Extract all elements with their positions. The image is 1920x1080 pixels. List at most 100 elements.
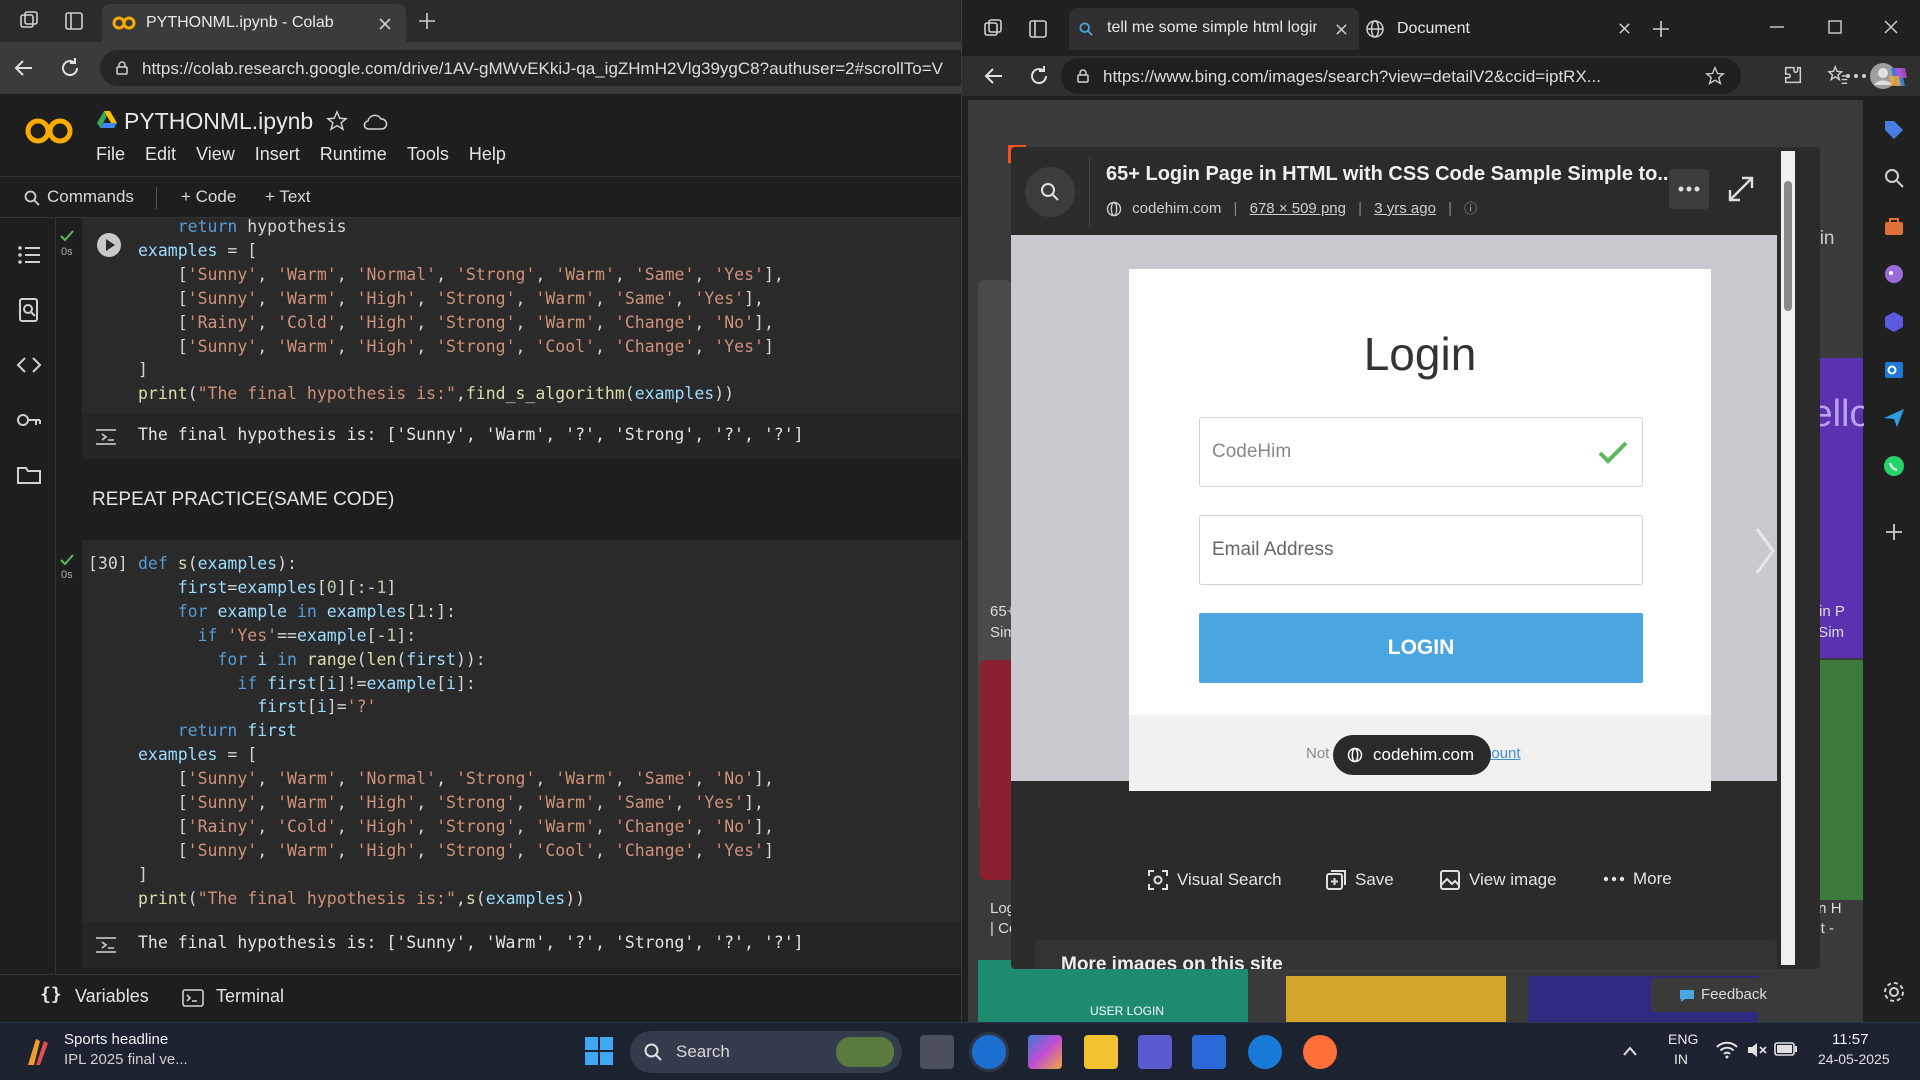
back-icon[interactable] [12,56,36,80]
result-thumbnail[interactable] [1286,976,1506,1022]
output-actions-icon[interactable] [93,426,119,448]
settings-gear-icon[interactable] [1882,980,1906,1004]
task-view-icon[interactable] [920,1035,954,1069]
next-image-chevron-icon[interactable] [1753,527,1777,575]
dell-icon[interactable] [1248,1035,1282,1069]
battery-icon[interactable] [1774,1042,1798,1056]
url-field[interactable]: https://www.bing.com/images/search?view=… [1061,58,1741,94]
copilot-app-icon[interactable] [1882,310,1906,334]
output-actions-icon[interactable] [93,934,119,956]
extensions-icon[interactable] [1782,64,1804,86]
whatsapp-icon[interactable] [1882,454,1906,478]
workspaces-icon[interactable] [982,18,1004,40]
new-tab-icon[interactable] [416,10,438,32]
cloud-saved-icon[interactable] [362,112,388,132]
news-headline[interactable]: Sports headline [64,1031,168,1048]
visual-search-button[interactable] [1025,167,1075,217]
new-tab-icon[interactable] [1650,18,1672,40]
site-info-icon[interactable] [114,60,130,76]
run-cell-icon[interactable] [96,232,122,258]
tab-colab[interactable]: PYTHONML.ipynb - Colab [102,4,406,42]
menu-tools[interactable]: Tools [407,144,449,165]
close-tab-icon[interactable] [378,17,392,31]
reload-icon[interactable] [58,56,82,80]
reload-icon[interactable] [1027,64,1051,88]
search-icon[interactable] [1882,166,1906,190]
tag-icon[interactable] [1882,118,1906,142]
source-site[interactable]: codehim.com [1132,200,1221,217]
files-folder-icon[interactable] [16,462,42,488]
menu-file[interactable]: File [96,144,125,165]
tab-document-title[interactable]: Document [1397,20,1470,38]
region-code[interactable]: IN [1674,1051,1688,1067]
back-icon[interactable] [982,64,1006,88]
clock-date[interactable]: 24-05-2025 [1818,1051,1890,1067]
windows-start-icon[interactable] [584,1036,614,1066]
text-cell-heading[interactable]: REPEAT PRACTICE(SAME CODE) [92,489,394,511]
news-widget-icon[interactable] [22,1035,56,1069]
edge-browser-icon[interactable] [972,1035,1006,1069]
taskbar-search-box[interactable]: Search [630,1031,902,1073]
code-cell-1[interactable]: return hypothesis examples = [ ['Sunny', … [82,215,961,414]
outlook-icon[interactable] [1882,358,1906,382]
url-field[interactable]: https://colab.research.google.com/drive/… [100,50,961,86]
add-sidebar-icon[interactable] [1882,520,1906,544]
tab-actions-icon[interactable] [63,10,85,32]
games-icon[interactable] [1882,262,1906,286]
result-thumbnail[interactable]: USER LOGIN [978,960,1248,1022]
shopping-icon[interactable] [1882,214,1906,238]
news-subtitle[interactable]: IPL 2025 final ve... [64,1051,188,1068]
table-of-contents-icon[interactable] [16,242,42,268]
send-icon[interactable] [1882,406,1906,430]
microsoft-store-icon[interactable] [1192,1035,1226,1069]
more-action[interactable]: More [1603,869,1672,889]
menu-edit[interactable]: Edit [145,144,176,165]
close-window-icon[interactable] [1882,18,1900,36]
tab-bing-search[interactable]: tell me some simple html login p [1069,8,1359,50]
info-icon[interactable]: ⓘ [1464,201,1477,216]
favorite-star-icon[interactable] [1705,66,1725,86]
variables-button[interactable]: Variables [75,986,149,1007]
tab-actions-icon[interactable] [1027,18,1049,40]
source-watermark-pill[interactable]: codehim.com [1333,735,1491,775]
star-icon[interactable] [326,110,348,132]
code-snippets-icon[interactable] [16,352,42,378]
code-cell-2[interactable]: [30] def s(examples): first=examples[0][… [82,540,961,922]
copilot-taskbar-icon[interactable] [1028,1035,1062,1069]
show-hidden-icons-chevron-icon[interactable] [1622,1045,1638,1057]
menu-runtime[interactable]: Runtime [320,144,387,165]
more-options-icon[interactable] [1845,70,1867,82]
image-title[interactable]: 65+ Login Page in HTML with CSS Code Sam… [1106,163,1674,186]
clock-time[interactable]: 11:57 [1832,1031,1868,1048]
copilot-icon[interactable] [1885,64,1911,90]
menu-view[interactable]: View [196,144,235,165]
minimize-icon[interactable] [1768,18,1786,36]
workspaces-icon[interactable] [18,10,40,32]
close-tab-icon[interactable] [1335,23,1348,36]
image-age[interactable]: 3 yrs ago [1374,200,1436,217]
modal-scrollbar[interactable] [1781,151,1795,965]
view-image-action[interactable]: View image [1439,869,1557,891]
add-code-button[interactable]: + Code [181,187,236,207]
wifi-icon[interactable] [1716,1041,1738,1059]
menu-help[interactable]: Help [469,144,506,165]
result-thumbnail[interactable] [980,660,1014,880]
feedback-button[interactable]: Feedback [1651,978,1799,1012]
site-info-icon[interactable] [1075,68,1091,84]
secrets-key-icon[interactable] [16,407,42,433]
image-size[interactable]: 678 × 509 png [1250,200,1346,217]
visual-search-action[interactable]: Visual Search [1147,869,1282,891]
maximize-icon[interactable] [1826,18,1844,36]
expand-icon[interactable] [1726,174,1756,204]
code-editor-2[interactable]: def s(examples): first=examples[0][:-1] … [138,552,774,911]
commands-button[interactable]: Commands [47,187,134,207]
add-text-button[interactable]: + Text [265,187,311,207]
more-actions-button[interactable] [1669,169,1709,209]
scrollbar-thumb[interactable] [1784,181,1792,311]
notebook-title[interactable]: PYTHONML.ipynb [124,108,313,135]
language-code[interactable]: ENG [1668,1031,1698,1047]
code-editor-1[interactable]: return hypothesis examples = [ ['Sunny', … [138,215,784,406]
firefox-icon[interactable] [1303,1035,1337,1069]
colab-logo-icon[interactable] [24,116,74,146]
teams-icon[interactable] [1138,1035,1172,1069]
